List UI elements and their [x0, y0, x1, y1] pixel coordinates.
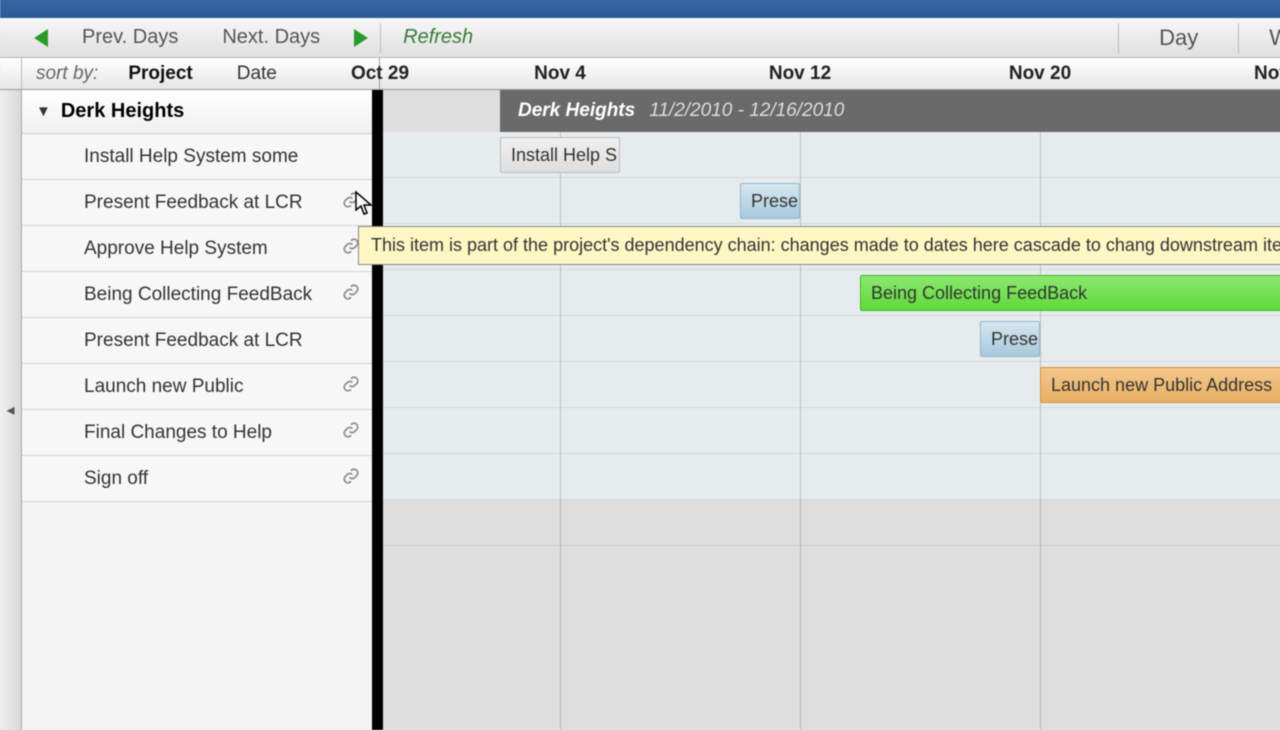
date-label: Nov 4	[534, 63, 586, 85]
task-label: Launch new Public	[84, 376, 244, 398]
task-label: Present Feedback at LCR	[84, 192, 303, 214]
toolbar: Prev. Days Next. Days Refresh Day W	[0, 18, 1280, 58]
window-titlebar	[0, 0, 1280, 18]
gantt-bar[interactable]: Prese	[740, 183, 800, 219]
task-row[interactable]: Install Help System some	[22, 134, 372, 180]
day-view-button[interactable]: Day	[1119, 25, 1238, 51]
sort-project[interactable]: Project	[106, 63, 214, 85]
task-label: Install Help System some	[84, 146, 298, 168]
gantt-bar[interactable]: Install Help S	[500, 137, 620, 173]
gantt-group-range: 11/2/2010 - 12/16/2010	[649, 100, 1280, 122]
grid-line	[1040, 90, 1041, 730]
task-row[interactable]: Present Feedback at LCR	[22, 318, 372, 364]
date-label: Nov	[1254, 63, 1280, 85]
task-row[interactable]: Being Collecting FeedBack	[22, 272, 372, 318]
grid-line	[560, 90, 561, 730]
left-rail[interactable]: ◂	[0, 90, 22, 730]
gantt-group-header[interactable]: Derk Heights 11/2/2010 - 12/16/2010	[500, 90, 1280, 132]
gantt-bar[interactable]: Prese	[980, 321, 1040, 357]
task-sidebar: ▼ Derk Heights Install Help System some P…	[22, 90, 380, 730]
chain-link-icon[interactable]	[342, 420, 360, 446]
gantt-bar[interactable]: Being Collecting FeedBack	[860, 275, 1280, 311]
group-name: Derk Heights	[61, 100, 184, 123]
sort-date[interactable]: Date	[215, 63, 299, 85]
task-label: Final Changes to Help	[84, 422, 272, 444]
week-view-button[interactable]: W	[1239, 25, 1280, 51]
chart-row-bg	[380, 454, 1280, 500]
task-label: Sign off	[84, 468, 148, 490]
dependency-tooltip: This item is part of the project's depen…	[358, 226, 1280, 265]
task-row[interactable]: Present Feedback at LCR	[22, 180, 372, 226]
today-line	[380, 90, 383, 730]
disclosure-icon: ▼	[36, 103, 51, 120]
chain-link-icon[interactable]	[342, 282, 360, 308]
prev-days-button[interactable]: Prev. Days	[60, 26, 200, 49]
date-label: Oct 29	[351, 63, 409, 85]
chain-link-icon[interactable]	[342, 466, 360, 492]
gantt-chart[interactable]: Derk Heights 11/2/2010 - 12/16/2010 Instal…	[380, 90, 1280, 730]
chain-link-icon[interactable]	[342, 190, 360, 216]
task-row[interactable]: Approve Help System	[22, 226, 372, 272]
chart-row-bg	[380, 178, 1280, 224]
grid-line	[800, 90, 801, 730]
date-label: Nov 20	[1009, 63, 1071, 85]
chart-row-bg	[380, 316, 1280, 362]
task-label: Being Collecting FeedBack	[84, 284, 312, 306]
chart-row-bg	[380, 500, 1280, 546]
task-row[interactable]: Sign off	[22, 456, 372, 502]
task-row[interactable]: Launch new Public	[22, 364, 372, 410]
next-arrow-icon[interactable]	[354, 29, 368, 47]
gantt-bar[interactable]: Launch new Public Address	[1040, 367, 1280, 403]
date-label: Nov 12	[769, 63, 831, 85]
gantt-group-name: Derk Heights	[518, 100, 635, 122]
expand-icon: ◂	[6, 400, 14, 420]
timeline-dates: Oct 29Nov 4Nov 12Nov 20Nov	[380, 58, 1280, 89]
next-days-button[interactable]: Next. Days	[200, 26, 342, 49]
refresh-button[interactable]: Refresh	[381, 26, 495, 49]
prev-arrow-icon[interactable]	[34, 29, 48, 47]
group-header[interactable]: ▼ Derk Heights	[22, 90, 372, 134]
sort-by-label: sort by:	[22, 63, 106, 85]
task-label: Present Feedback at LCR	[84, 330, 303, 352]
task-row[interactable]: Final Changes to Help	[22, 410, 372, 456]
task-label: Approve Help System	[84, 238, 268, 260]
chart-row-bg	[380, 408, 1280, 454]
chain-link-icon[interactable]	[342, 374, 360, 400]
header-row: sort by: Project Date Oct 29 Nov 4 Nov 12 N…	[0, 58, 1280, 90]
